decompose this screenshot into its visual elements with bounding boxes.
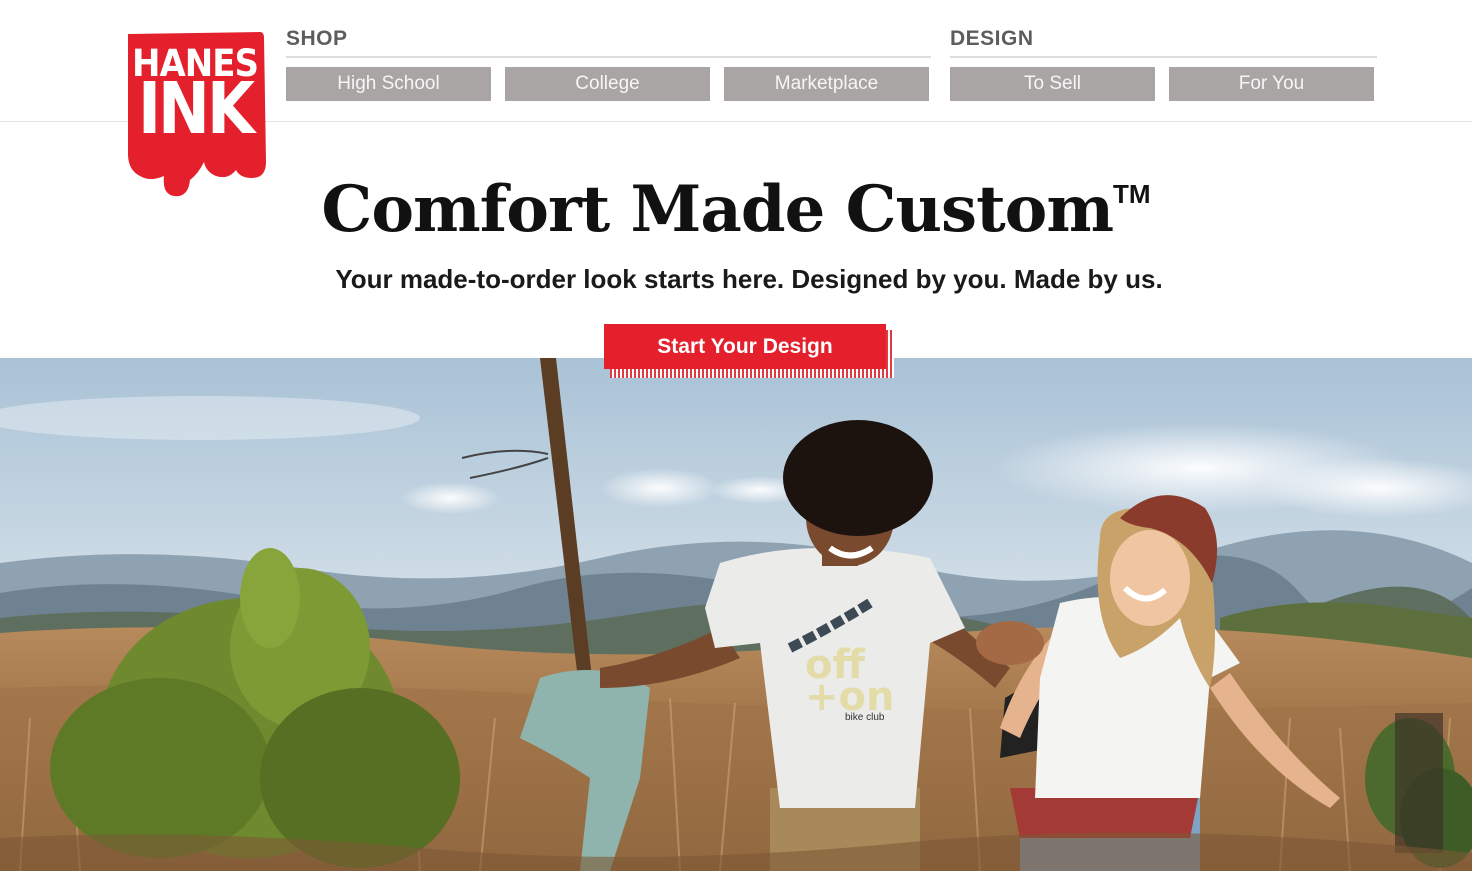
nav-for-you-button[interactable]: For You (1169, 67, 1374, 101)
hero-subheadline: Your made-to-order look starts here. Des… (335, 264, 1163, 294)
nav-to-sell-button[interactable]: To Sell (950, 67, 1155, 101)
design-nav: DESIGN To Sell For You (950, 26, 1377, 101)
trademark-mark: TM (1113, 179, 1151, 209)
design-buttons: To Sell For You (950, 67, 1377, 101)
hero-photo: off +on bike club (0, 358, 1472, 871)
shirt-print-bike-club: bike club (845, 712, 885, 723)
shop-buttons: High School College Marketplace (286, 67, 931, 101)
shop-heading: SHOP (286, 27, 348, 50)
nav-college-button[interactable]: College (505, 67, 710, 101)
hanes-ink-logo[interactable]: HANES INK (124, 30, 266, 198)
nav-high-school-button[interactable]: High School (286, 67, 491, 101)
design-divider (950, 56, 1377, 58)
shop-divider (286, 56, 931, 58)
logo-text-ink: INK (137, 66, 255, 151)
design-heading: DESIGN (950, 27, 1034, 50)
shop-nav: SHOP High School College Marketplace (286, 26, 931, 101)
cta-wrapper: Start Your Design (604, 324, 894, 378)
start-your-design-button[interactable]: Start Your Design (604, 324, 886, 369)
headline-text: Comfort Made Custom (321, 172, 1114, 247)
nav-marketplace-button[interactable]: Marketplace (724, 67, 929, 101)
site-header: HANES INK SHOP High School College Marke… (0, 0, 1472, 197)
